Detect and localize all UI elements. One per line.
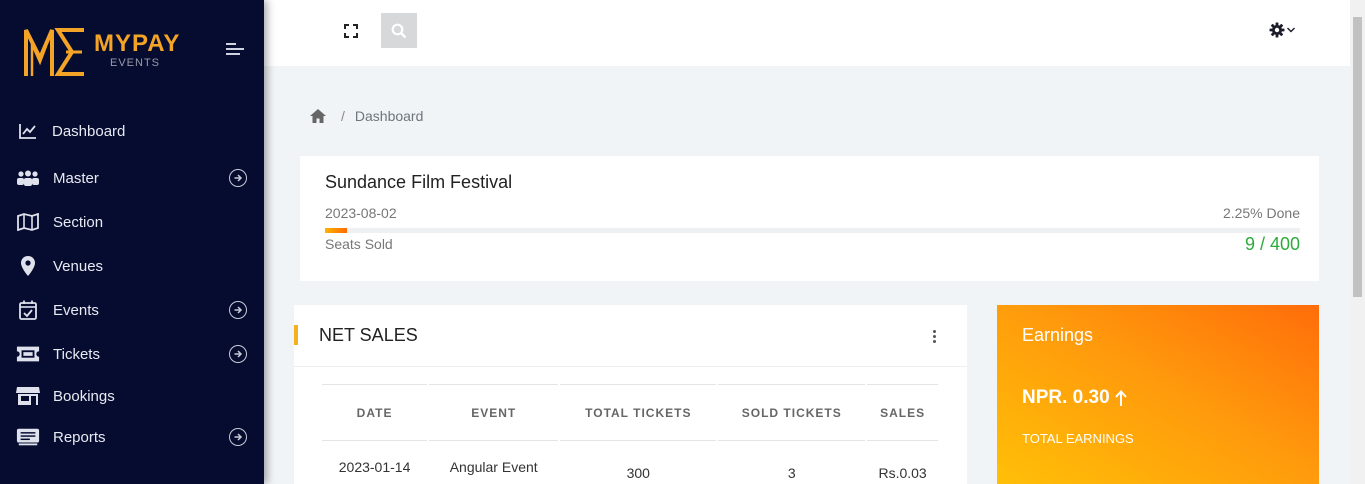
event-title: Sundance Film Festival bbox=[325, 172, 513, 192]
sidebar-item-events[interactable]: Events bbox=[0, 292, 264, 328]
sidebar-item-label: Section bbox=[53, 213, 104, 231]
store-icon bbox=[16, 384, 40, 408]
brand-subtitle: EVENTS bbox=[110, 57, 161, 69]
sidebar-item-label: Tickets bbox=[53, 345, 100, 363]
net-sales-card: NET SALES DATE EVENT TOTAL TICKETS SOLD … bbox=[294, 305, 967, 484]
sidebar-item-venues[interactable]: Venues bbox=[0, 248, 264, 284]
scrollbar-thumb[interactable] bbox=[1353, 17, 1362, 297]
cell-date: 2023-01-14 bbox=[338, 459, 411, 475]
arrow-up-icon bbox=[1114, 390, 1127, 406]
divider bbox=[294, 366, 967, 367]
cell-event: Angular Event bbox=[449, 459, 538, 475]
sidebar-item-label: Bookings bbox=[53, 387, 115, 405]
sidebar-item-label: Events bbox=[53, 301, 99, 319]
mypay-logo-icon bbox=[24, 28, 84, 76]
cell-total-tickets: 300 bbox=[626, 465, 650, 481]
topbar bbox=[264, 0, 1350, 66]
fullscreen-icon[interactable] bbox=[342, 22, 360, 40]
column-header-date[interactable]: DATE bbox=[322, 384, 428, 441]
sidebar: MYPAY EVENTS Dashboard Master Section Ve… bbox=[0, 0, 264, 484]
chevron-down-icon bbox=[1287, 27, 1295, 33]
sidebar-item-label: Venues bbox=[53, 257, 104, 275]
expand-arrow-icon[interactable] bbox=[229, 428, 247, 446]
settings-dropdown[interactable] bbox=[1269, 20, 1299, 40]
card-accent bbox=[294, 325, 298, 345]
progress-bar bbox=[325, 228, 1300, 233]
sidebar-item-label: Dashboard bbox=[52, 122, 126, 140]
sidebar-item-tickets[interactable]: Tickets bbox=[0, 336, 264, 372]
users-icon bbox=[16, 166, 40, 190]
event-date: 2023-08-02 bbox=[325, 205, 397, 221]
sidebar-item-label: Master bbox=[53, 169, 99, 187]
total-earnings-label: TOTAL EARNINGS bbox=[1022, 431, 1134, 446]
cell-sales: Rs.0.03 bbox=[878, 465, 927, 481]
earnings-value: NPR. 0.30 bbox=[1022, 387, 1110, 408]
table-row: 2023-01-14 Angular Event 300 3 Rs.0.03 bbox=[322, 441, 938, 484]
map-marker-icon bbox=[16, 254, 40, 278]
progress-percent: 2.25% Done bbox=[1222, 205, 1300, 221]
earnings-title: Earnings bbox=[1022, 325, 1094, 345]
search-button[interactable] bbox=[381, 13, 417, 48]
sidebar-item-reports[interactable]: Reports bbox=[0, 419, 264, 455]
brand-name: MYPAY bbox=[94, 30, 181, 57]
net-sales-title: NET SALES bbox=[319, 325, 418, 345]
sidebar-item-section[interactable]: Section bbox=[0, 204, 264, 240]
sidebar-item-dashboard[interactable]: Dashboard bbox=[0, 113, 264, 149]
breadcrumb-separator: / bbox=[341, 108, 345, 124]
expand-arrow-icon[interactable] bbox=[229, 169, 247, 187]
earnings-card: Earnings NPR. 0.30 TOTAL EARNINGS bbox=[997, 305, 1319, 484]
progress-bar-fill bbox=[325, 228, 347, 233]
column-header-event[interactable]: EVENT bbox=[429, 384, 559, 441]
net-sales-table: DATE EVENT TOTAL TICKETS SOLD TICKETS SA… bbox=[320, 384, 940, 484]
more-options-icon[interactable] bbox=[928, 327, 940, 345]
home-icon[interactable] bbox=[309, 108, 327, 124]
sidebar-toggle-icon[interactable] bbox=[226, 43, 244, 59]
gear-icon bbox=[1269, 22, 1285, 38]
cell-sold-tickets: 3 bbox=[787, 465, 796, 481]
report-icon bbox=[16, 425, 40, 449]
page-scrollbar[interactable] bbox=[1350, 0, 1365, 484]
ticket-icon bbox=[16, 342, 40, 366]
sidebar-item-master[interactable]: Master bbox=[0, 160, 264, 196]
chart-line-icon bbox=[16, 119, 40, 143]
sidebar-item-bookings[interactable]: Bookings bbox=[0, 378, 264, 414]
column-header-sold-tickets[interactable]: SOLD TICKETS bbox=[718, 384, 866, 441]
calendar-check-icon bbox=[16, 298, 40, 322]
column-header-total-tickets[interactable]: TOTAL TICKETS bbox=[560, 384, 717, 441]
breadcrumb-current: Dashboard bbox=[354, 108, 424, 124]
breadcrumb: / Dashboard bbox=[309, 108, 423, 124]
search-icon bbox=[391, 23, 407, 38]
seats-sold-label: Seats Sold bbox=[325, 236, 393, 252]
table-header-row: DATE EVENT TOTAL TICKETS SOLD TICKETS SA… bbox=[322, 384, 938, 441]
event-progress-card: Sundance Film Festival 2023-08-02 2.25% … bbox=[300, 156, 1319, 281]
brand-logo[interactable]: MYPAY EVENTS bbox=[22, 24, 202, 80]
column-header-sales[interactable]: SALES bbox=[867, 384, 938, 441]
expand-arrow-icon[interactable] bbox=[229, 345, 247, 363]
map-icon bbox=[16, 210, 40, 234]
sidebar-item-label: Reports bbox=[53, 428, 106, 446]
expand-arrow-icon[interactable] bbox=[229, 301, 247, 319]
earnings-value-row: NPR. 0.30 bbox=[1022, 387, 1128, 409]
seats-sold-value: 9 / 400 bbox=[1244, 234, 1300, 254]
